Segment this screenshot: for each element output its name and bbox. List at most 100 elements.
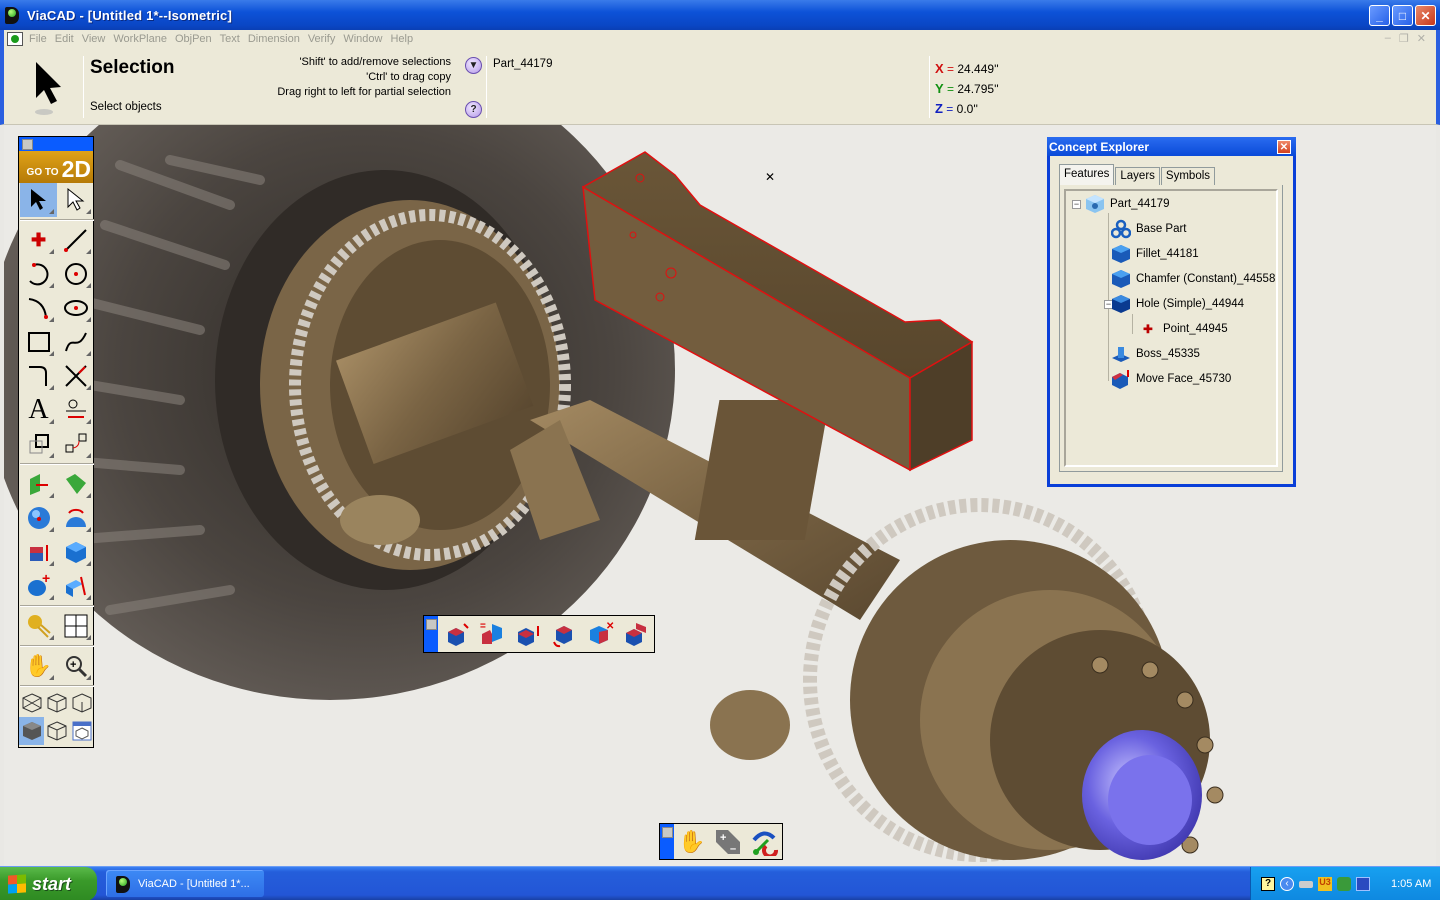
goto-2d-button[interactable]: GO TO 2D — [19, 151, 93, 183]
zoom-tool[interactable]: + — [57, 649, 94, 683]
drive-icon[interactable] — [1299, 880, 1313, 888]
minimize-button[interactable]: _ — [1369, 5, 1390, 26]
edit-points-tool[interactable] — [57, 427, 94, 461]
tree-node-base-part[interactable]: Base Part — [1111, 219, 1187, 239]
shaded-view-button[interactable] — [19, 717, 44, 745]
menu-edit[interactable]: Edit — [55, 33, 82, 45]
spline-tool[interactable] — [57, 325, 94, 359]
menu-workplane[interactable]: WorkPlane — [113, 33, 175, 45]
menu-text[interactable]: Text — [220, 33, 248, 45]
circle-tool[interactable] — [57, 257, 94, 291]
transform-tool[interactable] — [20, 427, 57, 461]
point-icon: ✚ — [30, 229, 47, 250]
move-face-button[interactable] — [438, 617, 474, 651]
boolean-add-tool[interactable]: + — [20, 569, 57, 603]
view-top-button[interactable] — [69, 689, 94, 717]
light-tool[interactable] — [20, 609, 57, 643]
delete-face-button[interactable]: ✕ — [582, 617, 618, 651]
menu-verify[interactable]: Verify — [308, 33, 344, 45]
fillet-2d-tool[interactable] — [20, 359, 57, 393]
help-button[interactable]: ? — [465, 101, 482, 118]
options-dropdown-button[interactable]: ▼ — [465, 57, 482, 74]
document-icon[interactable] — [7, 32, 23, 46]
trim-tool[interactable] — [57, 359, 94, 393]
render-view-button[interactable] — [69, 717, 94, 745]
loft-tool[interactable] — [57, 467, 94, 501]
tree-node-point[interactable]: ✚ Point_44945 — [1138, 319, 1227, 339]
tree-node-fillet[interactable]: Fillet_44181 — [1111, 244, 1199, 264]
pan-tool[interactable]: ✋ — [20, 649, 57, 683]
title-bar[interactable]: ViaCAD - [Untitled 1*--Isometric] _ □ ✕ — [0, 0, 1440, 30]
menu-dimension[interactable]: Dimension — [248, 33, 308, 45]
view-front-button[interactable] — [44, 689, 69, 717]
hint-ctrl: 'Ctrl' to drag copy — [366, 71, 451, 83]
tree-node-move-face[interactable]: Move Face_45730 — [1111, 369, 1231, 389]
rotate-face-button[interactable] — [546, 617, 582, 651]
doc-restore-button[interactable]: ❐ — [1399, 32, 1409, 45]
point-tool[interactable]: ✚ — [20, 223, 57, 257]
selection-arrow-icon — [35, 62, 61, 115]
ellipse-tool[interactable] — [57, 291, 94, 325]
extrude-tool[interactable] — [20, 467, 57, 501]
tree-node-boss[interactable]: Boss_45335 — [1111, 344, 1200, 364]
text-tool[interactable]: A — [20, 393, 57, 427]
menu-objpen[interactable]: ObjPen — [175, 33, 220, 45]
concept-explorer-title-bar[interactable]: Concept Explorer — [1047, 137, 1296, 156]
hint-shift: 'Shift' to add/remove selections — [299, 56, 451, 68]
sphere-tool[interactable] — [20, 501, 57, 535]
menu-view[interactable]: View — [82, 33, 114, 45]
dimension-tool[interactable] — [57, 393, 94, 427]
tab-features[interactable]: Features — [1059, 164, 1115, 185]
tool-palette-grip[interactable] — [19, 137, 93, 151]
pan-view-button[interactable]: ✋ — [674, 825, 710, 859]
select-tool[interactable] — [20, 183, 57, 217]
shell-face-tool[interactable] — [20, 535, 57, 569]
tab-symbols[interactable]: Symbols — [1160, 167, 1216, 185]
tree-node-part[interactable]: Part_44179 — [1085, 194, 1169, 214]
taskbar-item-viacad[interactable]: ViaCAD - [Untitled 1*... — [106, 870, 264, 897]
tree-node-chamfer[interactable]: Chamfer (Constant)_44558 — [1111, 269, 1275, 289]
concept-explorer-close-button[interactable]: ✕ — [1277, 140, 1291, 154]
rectangle-tool[interactable] — [20, 325, 57, 359]
replace-face-button[interactable] — [618, 617, 654, 651]
section-tool[interactable] — [57, 569, 94, 603]
viewports-tool[interactable] — [57, 609, 94, 643]
dynamic-zoom-button[interactable]: + – — [710, 825, 746, 859]
push-pull-face-button[interactable] — [510, 617, 546, 651]
render-window-icon — [72, 721, 91, 741]
rotate-view-button[interactable] — [746, 825, 782, 859]
solid-cube-icon — [65, 542, 86, 563]
system-tray: ? ‹ U3 1:05 AM — [1250, 867, 1440, 900]
u3-icon[interactable]: U3 — [1318, 877, 1332, 891]
hint-drag: Drag right to left for partial selection — [277, 86, 451, 98]
doc-close-button[interactable]: ✕ — [1417, 32, 1426, 45]
revolve-tool[interactable] — [57, 501, 94, 535]
arc-tool[interactable] — [20, 257, 57, 291]
iso-view-button[interactable] — [19, 689, 44, 717]
offset-face-button[interactable]: = — [474, 617, 510, 651]
doc-minimize-button[interactable]: – — [1385, 32, 1391, 45]
collapse-part-toggle[interactable]: − — [1072, 200, 1081, 209]
move-face-icon — [448, 623, 469, 646]
tree-node-hole[interactable]: Hole (Simple)_44944 — [1111, 294, 1244, 314]
modify-toolbar-grip[interactable] — [424, 616, 438, 652]
tab-layers[interactable]: Layers — [1115, 167, 1160, 185]
start-button[interactable]: start — [0, 867, 97, 900]
help-tray-icon[interactable]: ? — [1261, 877, 1275, 891]
menu-file[interactable]: File — [29, 33, 55, 45]
menu-window[interactable]: Window — [343, 33, 390, 45]
wireframe-view-button[interactable] — [44, 717, 69, 745]
network-safe-icon[interactable] — [1337, 877, 1351, 891]
select-subobject-tool[interactable] — [57, 183, 94, 217]
solid-edit-tool[interactable] — [57, 535, 94, 569]
windows-logo-icon — [8, 874, 26, 894]
show-hidden-icon[interactable]: ‹ — [1280, 877, 1294, 891]
wireless-icon[interactable] — [1356, 877, 1370, 891]
line-tool[interactable] — [57, 223, 94, 257]
view-toolbar-grip[interactable] — [660, 824, 674, 859]
close-button[interactable]: ✕ — [1415, 5, 1436, 26]
maximize-button[interactable]: □ — [1392, 5, 1413, 26]
menu-help[interactable]: Help — [390, 33, 421, 45]
tangent-arc-tool[interactable] — [20, 291, 57, 325]
hub-cap[interactable] — [1082, 730, 1202, 860]
